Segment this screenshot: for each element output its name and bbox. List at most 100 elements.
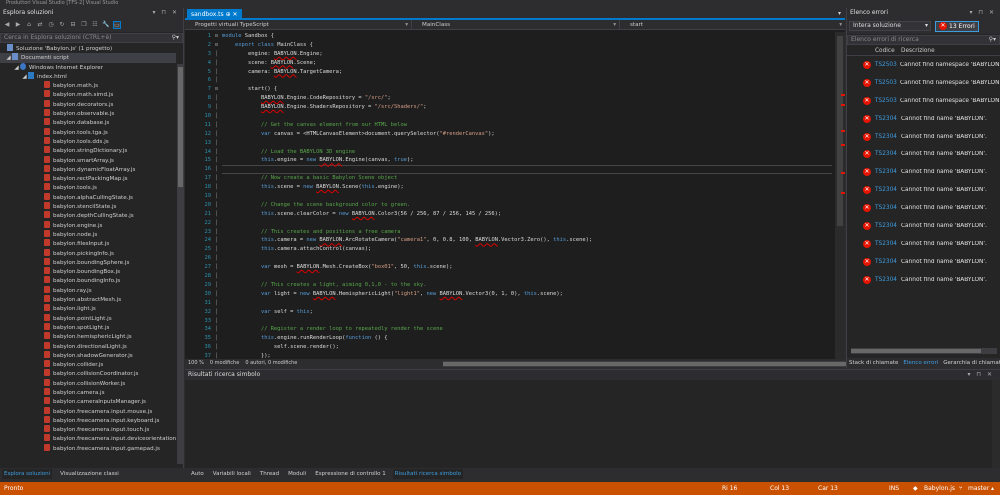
preview-icon[interactable]: ▭ bbox=[113, 21, 121, 29]
tree-item-browser[interactable]: ◢ Windows Internet Explorer bbox=[0, 62, 176, 72]
properties-icon[interactable]: 🔧 bbox=[102, 21, 110, 29]
bottom-tab[interactable]: Risultati ricerca simbolo bbox=[392, 469, 463, 479]
tree-item-solution[interactable]: Soluzione 'Babylon.js' (1 progetto) bbox=[0, 44, 176, 53]
tree-item-file[interactable]: babylon.database.js bbox=[0, 118, 176, 127]
refresh-icon[interactable]: ↻ bbox=[58, 21, 66, 29]
tree-item-file[interactable]: babylon.dynamicFloatArray.js bbox=[0, 164, 176, 174]
code-line[interactable]: engine: BABYLON.Engine; bbox=[222, 50, 832, 59]
forward-icon[interactable]: ▶ bbox=[14, 21, 22, 29]
editor-horizontal-scrollbar[interactable] bbox=[443, 360, 914, 367]
error-marker[interactable] bbox=[841, 172, 845, 174]
tree-item-file[interactable]: babylon.tools.dds.js bbox=[0, 136, 176, 146]
error-row[interactable]: ✕ TS2304 Cannot find name 'BABYLON'. bbox=[847, 145, 1000, 163]
project-dropdown[interactable]: Progetti virtuali TypeScript ▾ bbox=[185, 20, 412, 29]
tree-item-file[interactable]: babylon.boundingSphere.js bbox=[0, 257, 176, 267]
code-line[interactable]: // Get the canvas element from our HTML … bbox=[222, 121, 832, 130]
tree-item-file[interactable]: babylon.node.js bbox=[0, 229, 176, 239]
copy-icon[interactable]: ❐ bbox=[80, 21, 88, 29]
error-marker[interactable] bbox=[841, 192, 845, 194]
modifications-info[interactable]: 0 modifiche bbox=[210, 359, 239, 368]
error-row[interactable]: ✕ TS2304 Cannot find name 'BABYLON'. bbox=[847, 271, 1000, 289]
tree-item-file[interactable]: babylon.rectPackingMap.js bbox=[0, 174, 176, 183]
zoom-level[interactable]: 100 % bbox=[188, 359, 204, 368]
tree-item-file[interactable]: babylon.pointLight.js bbox=[0, 313, 176, 323]
error-code[interactable]: TS2304 bbox=[875, 169, 901, 175]
error-code[interactable]: TS2304 bbox=[875, 241, 901, 247]
error-code[interactable]: TS2503 bbox=[875, 98, 900, 104]
error-marker[interactable] bbox=[841, 94, 845, 96]
home-icon[interactable]: ⌂ bbox=[25, 21, 33, 29]
tree-item-file[interactable]: babylon.boundingInfo.js bbox=[0, 276, 176, 285]
panel-window-buttons[interactable]: ▾ ⊓ ✕ bbox=[969, 8, 996, 18]
tree-item-file[interactable]: babylon.collisionCoordinator.js bbox=[0, 369, 176, 378]
code-line[interactable] bbox=[222, 139, 832, 148]
tree-item-file[interactable]: babylon.pickingInfo.js bbox=[0, 248, 176, 258]
code-line[interactable]: // Load the BABYLON 3D engine bbox=[222, 148, 832, 157]
code-line[interactable]: this.engine.runRenderLoop(function () { bbox=[222, 334, 832, 343]
scrollbar-thumb[interactable] bbox=[443, 361, 914, 366]
error-search-input[interactable]: Elenco errori di ricerca ⚲▾ bbox=[847, 35, 1000, 45]
tree-item-file[interactable]: babylon.light.js bbox=[0, 304, 176, 313]
fold-marker[interactable]: ⊟ bbox=[215, 41, 221, 50]
tree-item-file[interactable]: babylon.cameraInputsManager.js bbox=[0, 397, 176, 406]
tree-item-file[interactable]: babylon.freecamera.input.keyboard.js bbox=[0, 415, 176, 425]
history-icon[interactable]: ◷ bbox=[47, 21, 55, 29]
status-column[interactable]: Col 13 bbox=[770, 482, 789, 495]
tab-solution-explorer[interactable]: Esplora soluzioni bbox=[2, 469, 53, 479]
search-icon[interactable]: ⚲▾ bbox=[989, 36, 996, 44]
tree-item-file[interactable]: babylon.decorators.js bbox=[0, 99, 176, 109]
code-line[interactable] bbox=[222, 299, 832, 308]
tree-item-file[interactable]: babylon.freecamera.input.gamepad.js bbox=[0, 443, 176, 453]
authors-info[interactable]: 0 autori, 0 modifiche bbox=[245, 359, 297, 368]
close-icon[interactable]: ✕ bbox=[233, 11, 238, 18]
code-line[interactable]: // Register a render loop to repeatedly … bbox=[222, 325, 832, 334]
panel-window-buttons[interactable]: ▾ ⊓ ✕ bbox=[152, 8, 179, 18]
error-row[interactable]: ✕ TS2503 Cannot find namespace 'BABYLON'. bbox=[847, 92, 1000, 110]
error-code[interactable]: TS2304 bbox=[875, 116, 901, 122]
solution-search-input[interactable]: Cerca in Esplora soluzioni (CTRL+è) ⚲▾ bbox=[0, 33, 183, 43]
error-code[interactable]: TS2304 bbox=[875, 134, 901, 140]
member-dropdown[interactable]: start ▾ bbox=[620, 20, 845, 29]
scope-select[interactable]: Intera soluzione ▾ bbox=[849, 21, 931, 31]
tree-item-file[interactable]: babylon.observable.js bbox=[0, 109, 176, 118]
tree-item-file[interactable]: babylon.spotLight.js bbox=[0, 322, 176, 332]
error-row[interactable]: ✕ TS2503 Cannot find namespace 'BABYLON'. bbox=[847, 56, 1000, 74]
code-line[interactable]: start() { bbox=[222, 85, 832, 94]
code-line[interactable]: var canvas = <HTMLCanvasElement>document… bbox=[222, 130, 832, 139]
code-line[interactable]: var mesh = BABYLON.Mesh.CreateBox("box01… bbox=[222, 263, 832, 272]
code-line[interactable]: BABYLON.Engine.ShadersRepository = "/src… bbox=[222, 103, 832, 112]
tree-item-file[interactable]: babylon.freecamera.input.deviceorientati… bbox=[0, 434, 176, 443]
editor-vertical-scrollbar[interactable] bbox=[835, 32, 845, 363]
code-line[interactable]: this.camera.attachControl(canvas); bbox=[222, 245, 832, 254]
code-line[interactable] bbox=[222, 76, 832, 85]
errors-filter-button[interactable]: ✕ 13 Errori bbox=[935, 20, 979, 32]
code-line[interactable]: BABYLON.Engine.CodeRepository = "/src/"; bbox=[222, 94, 832, 103]
code-line[interactable]: this.camera = new BABYLON.ArcRotateCamer… bbox=[222, 236, 832, 245]
show-all-files-icon[interactable]: ☷ bbox=[91, 21, 99, 29]
error-row[interactable]: ✕ TS2304 Cannot find name 'BABYLON'. bbox=[847, 253, 1000, 271]
code-line[interactable]: camera: BABYLON.TargetCamera; bbox=[222, 68, 832, 77]
tab-call-hierarchy[interactable]: Gerarchia di chiamate bbox=[943, 358, 1000, 368]
code-line[interactable]: this.engine = new BABYLON.Engine(canvas,… bbox=[222, 156, 832, 165]
error-row[interactable]: ✕ TS2304 Cannot find name 'BABYLON'. bbox=[847, 181, 1000, 199]
bottom-tab[interactable]: Moduli bbox=[286, 469, 308, 479]
tree-item-file[interactable]: babylon.stencilState.js bbox=[0, 202, 176, 211]
tree-item-script-documents[interactable]: ◢ Documenti script bbox=[0, 53, 176, 63]
solution-scrollbar[interactable] bbox=[177, 64, 184, 464]
tab-overflow-icon[interactable]: ▾ bbox=[838, 8, 841, 19]
status-char[interactable]: Car 13 bbox=[818, 482, 838, 495]
code-line[interactable]: this.scene.clearColor = new BABYLON.Colo… bbox=[222, 210, 832, 219]
tree-item-file[interactable]: babylon.collisionWorker.js bbox=[0, 378, 176, 388]
tree-item-file[interactable]: babylon.tools.js bbox=[0, 183, 176, 192]
error-marker[interactable] bbox=[841, 130, 845, 132]
class-dropdown[interactable]: MainClass ▾ bbox=[412, 20, 620, 29]
tree-item-file[interactable]: babylon.shadowGenerator.js bbox=[0, 350, 176, 360]
find-results-scrollbar[interactable] bbox=[992, 380, 1000, 470]
column-code[interactable]: Codice bbox=[875, 46, 901, 55]
error-row[interactable]: ✕ TS2304 Cannot find name 'BABYLON'. bbox=[847, 128, 1000, 146]
error-row[interactable]: ✕ TS2304 Cannot find name 'BABYLON'. bbox=[847, 217, 1000, 235]
error-marker[interactable] bbox=[841, 144, 845, 146]
error-row[interactable]: ✕ TS2304 Cannot find name 'BABYLON'. bbox=[847, 199, 1000, 217]
tree-item-file[interactable]: babylon.smartArray.js bbox=[0, 155, 176, 165]
column-description[interactable]: Descrizione bbox=[901, 46, 935, 55]
